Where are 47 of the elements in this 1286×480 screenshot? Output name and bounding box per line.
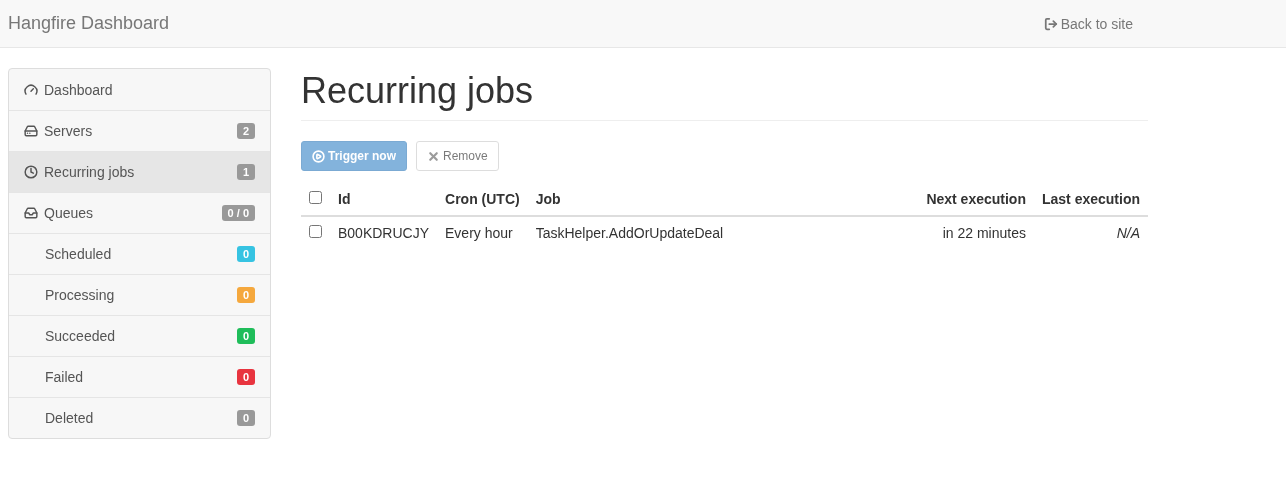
sidebar-item[interactable]: Succeeded 0: [9, 315, 270, 356]
back-to-site-link[interactable]: Back to site: [1043, 15, 1133, 32]
sidebar-item[interactable]: Dashboard: [9, 69, 270, 110]
sidebar-label: Recurring jobs: [44, 164, 136, 180]
column-header: Next execution: [918, 183, 1034, 216]
play-icon: [312, 149, 325, 163]
table-cell: TaskHelper.AddOrUpdateDeal: [527, 216, 919, 249]
count-badge: 1: [236, 164, 255, 180]
sidebar-label: Scheduled: [45, 246, 113, 262]
sidebar-item[interactable]: Queues 0 / 0: [9, 192, 270, 233]
column-header: Job: [527, 183, 919, 216]
count-badge: 0: [236, 369, 255, 385]
select-all-checkbox[interactable]: [309, 191, 322, 204]
sidebar-label: Servers: [44, 123, 94, 139]
sidebar-item[interactable]: Deleted 0: [9, 397, 270, 438]
sidebar-label: Processing: [45, 287, 116, 303]
nav-icon: [24, 206, 38, 220]
logout-icon: [1043, 16, 1058, 31]
count-badge: 2: [236, 123, 255, 139]
count-badge: 0 / 0: [221, 205, 255, 221]
sidebar-item[interactable]: Processing 0: [9, 274, 270, 315]
sidebar-label: Queues: [44, 205, 95, 221]
sidebar-item[interactable]: Failed 0: [9, 356, 270, 397]
count-badge: 0: [236, 246, 255, 262]
count-badge: 0: [236, 328, 255, 344]
close-icon: [427, 149, 440, 163]
table-cell: Every hour: [437, 216, 528, 249]
sidebar-item[interactable]: Scheduled 0: [9, 233, 270, 274]
table-cell: in 22 minutes: [918, 216, 1034, 249]
nav-icon: [24, 82, 38, 97]
column-header: Last execution: [1033, 183, 1148, 216]
page-title: Recurring jobs: [301, 68, 1148, 121]
count-badge: 0: [236, 410, 255, 426]
column-header: Id: [330, 183, 438, 216]
column-header: Cron (UTC): [437, 183, 528, 216]
sidebar-label: Succeeded: [45, 328, 117, 344]
brand-title[interactable]: Hangfire Dashboard: [8, 13, 170, 34]
nav-icon: [24, 124, 38, 138]
table-cell: N/A: [1033, 216, 1148, 249]
sidebar-label: Dashboard: [44, 81, 114, 98]
sidebar-label: Deleted: [45, 410, 95, 426]
table-cell: B00KDRUCJY: [330, 216, 438, 249]
sidebar-item[interactable]: Recurring jobs 1: [9, 151, 270, 192]
nav-icon: [24, 165, 38, 179]
count-badge: 0: [236, 287, 255, 303]
row-checkbox[interactable]: [309, 225, 322, 238]
sidebar-label: Failed: [45, 369, 85, 385]
